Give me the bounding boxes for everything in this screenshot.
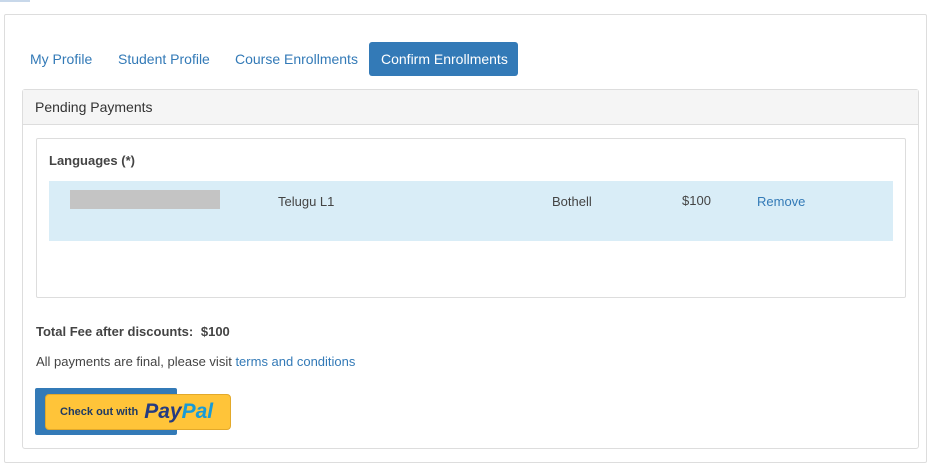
remove-link[interactable]: Remove bbox=[757, 194, 805, 209]
tab-course-enrollments[interactable]: Course Enrollments bbox=[223, 42, 370, 76]
redacted-student-name bbox=[70, 190, 220, 209]
languages-section: Languages (*) Telugu L1 Bothell $100 Rem… bbox=[36, 138, 906, 298]
payment-notice-text: All payments are final, please visit bbox=[36, 354, 236, 369]
total-fee-amount: $100 bbox=[200, 324, 230, 339]
tab-confirm-enrollments[interactable]: Confirm Enrollments bbox=[369, 42, 518, 76]
top-accent-line bbox=[0, 0, 30, 2]
paypal-checkout-prefix: Check out with bbox=[60, 406, 139, 418]
course-price: $100 bbox=[682, 193, 711, 208]
checkout-focus-frame: Check out with PayPal bbox=[35, 388, 231, 435]
paypal-logo: PayPal bbox=[144, 400, 214, 423]
main-container: My Profile Student Profile Course Enroll… bbox=[4, 14, 927, 463]
payment-notice: All payments are final, please visit ter… bbox=[36, 354, 355, 369]
total-fee-label: Total Fee after discounts: bbox=[36, 324, 194, 339]
section-title: Languages (*) bbox=[49, 153, 135, 168]
tab-my-profile[interactable]: My Profile bbox=[18, 42, 104, 76]
panel-heading: Pending Payments bbox=[23, 90, 918, 125]
tab-student-profile[interactable]: Student Profile bbox=[106, 42, 222, 76]
total-fee: Total Fee after discounts: $100 bbox=[36, 324, 230, 339]
paypal-checkout-button[interactable]: Check out with PayPal bbox=[45, 394, 231, 430]
terms-and-conditions-link[interactable]: terms and conditions bbox=[235, 354, 355, 369]
course-location: Bothell bbox=[552, 194, 592, 209]
course-name: Telugu L1 bbox=[278, 194, 335, 209]
pending-payments-panel: Pending Payments Languages (*) Telugu L1… bbox=[22, 89, 919, 449]
enrollment-row: Telugu L1 Bothell $100 Remove bbox=[49, 181, 893, 241]
